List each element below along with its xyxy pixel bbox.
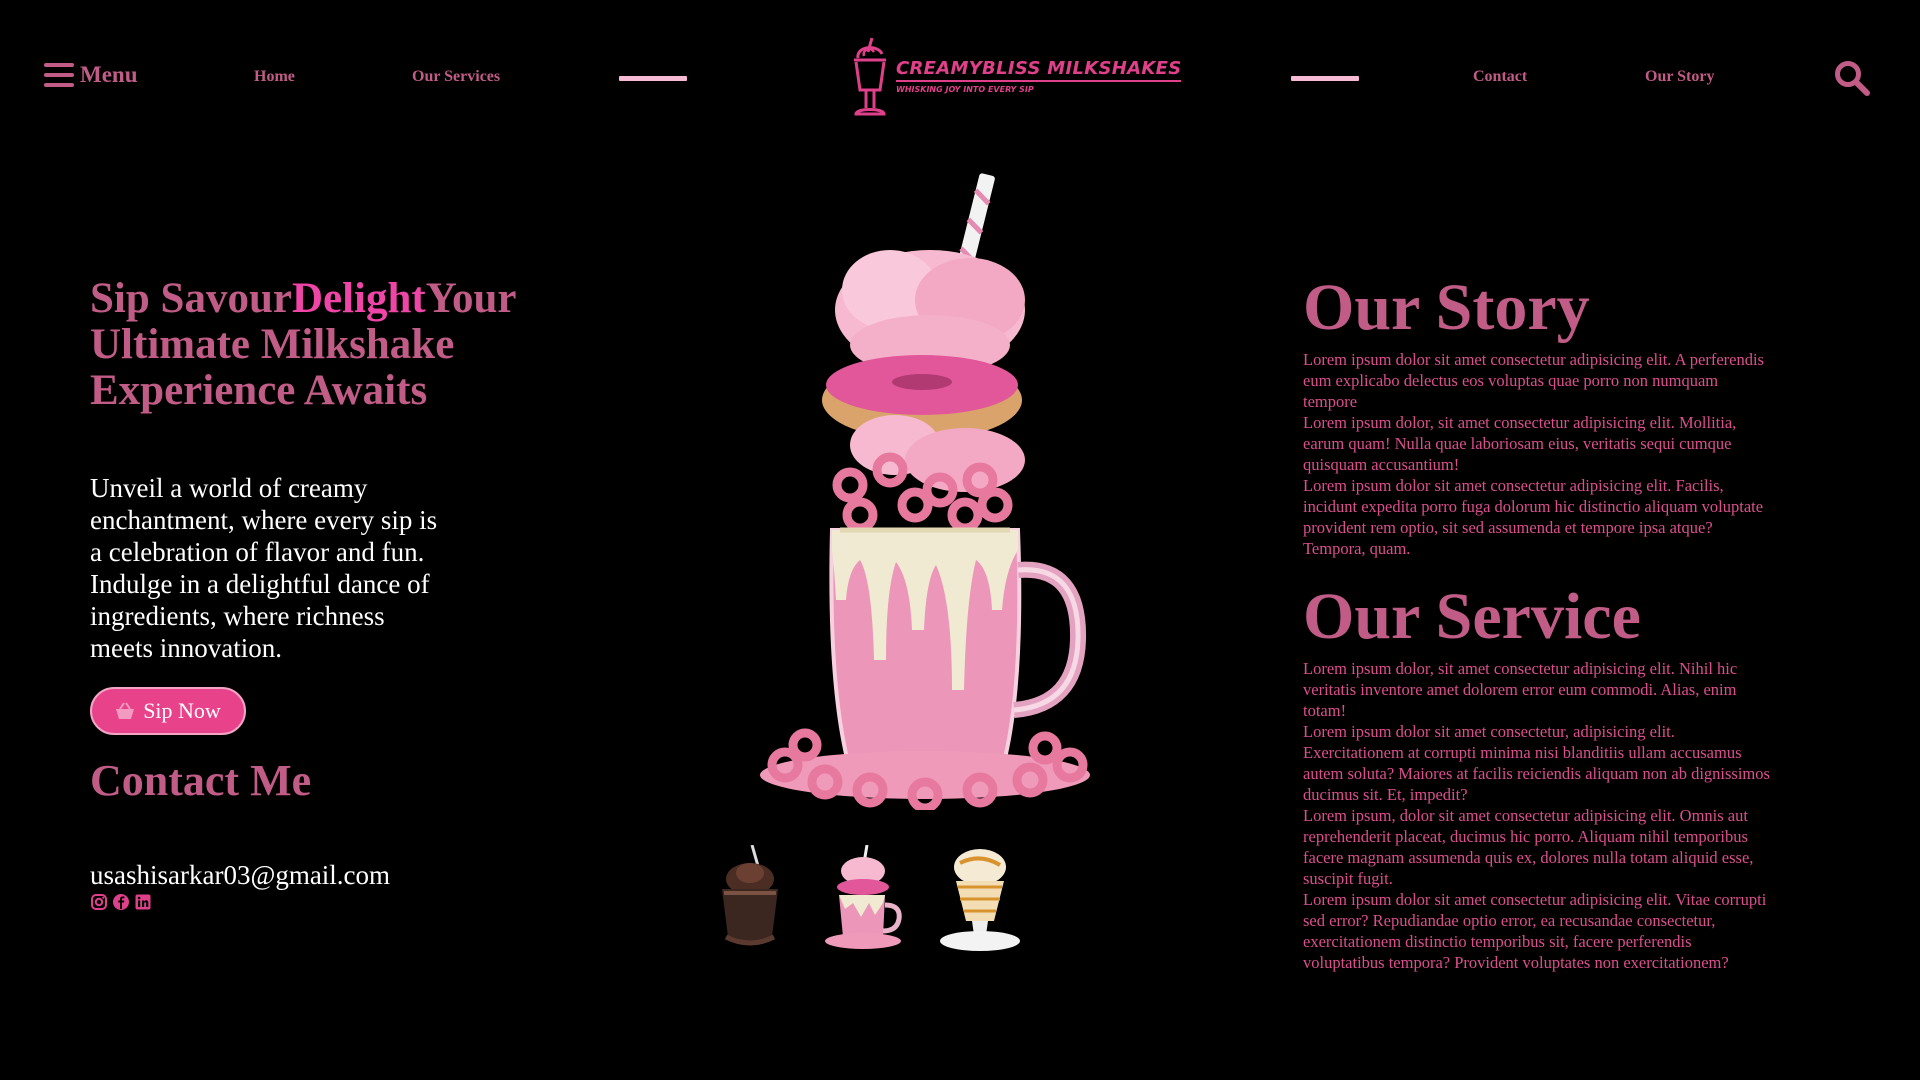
top-nav: Menu Home Our Services CREAMYBLISS MILKS… (0, 0, 1920, 160)
menu-button[interactable]: Menu (44, 62, 138, 88)
facebook-icon[interactable] (112, 893, 130, 916)
caramel-milkshake-thumbnail[interactable] (936, 845, 1024, 957)
nav-divider-right (1291, 76, 1359, 81)
story-paragraph: Lorem ipsum dolor sit amet consectetur a… (1303, 350, 1764, 411)
our-service-body: Lorem ipsum dolor, sit amet consectetur … (1303, 658, 1773, 973)
service-paragraph: Lorem ipsum, dolor sit amet consectetur … (1303, 806, 1754, 888)
contact-email[interactable]: usashisarkar03@gmail.com (90, 860, 390, 891)
search-icon[interactable] (1834, 60, 1870, 96)
contact-title: Contact Me (90, 756, 312, 805)
logo-tagline: WHISKING JOY INTO EVERY SIP (896, 85, 1034, 94)
nav-link-home[interactable]: Home (254, 68, 295, 86)
pink-freakshake-thumbnail[interactable] (823, 845, 909, 957)
social-links (90, 893, 152, 916)
our-story-body: Lorem ipsum dolor sit amet consectetur a… (1303, 349, 1773, 559)
nav-link-our-story[interactable]: Our Story (1645, 68, 1714, 86)
basket-icon (116, 702, 135, 719)
hamburger-icon (44, 62, 74, 88)
story-paragraph: Lorem ipsum dolor sit amet consectetur a… (1303, 476, 1764, 558)
featured-milkshake-image (760, 173, 1090, 810)
logo-title: CREAMYBLISS MILKSHAKES (896, 58, 1182, 82)
nav-link-contact[interactable]: Contact (1473, 68, 1527, 86)
menu-label: Menu (80, 62, 138, 87)
nav-divider-left (619, 76, 687, 81)
hero-description: Unveil a world of creamy enchantment, wh… (90, 473, 438, 663)
hero-title-highlight: Delight (291, 275, 426, 322)
service-paragraph: Lorem ipsum dolor sit amet consectetur, … (1303, 722, 1770, 804)
brand-logo[interactable]: CREAMYBLISS MILKSHAKES WHISKING JOY INTO… (848, 34, 1182, 122)
chocolate-milkshake-thumbnail[interactable] (712, 845, 788, 957)
instagram-icon[interactable] (90, 893, 108, 916)
hero-title: Sip SavourDelightYour Ultimate Milkshake… (90, 276, 610, 414)
our-story-title: Our Story (1303, 271, 1590, 344)
linkedin-icon[interactable] (134, 893, 152, 916)
story-paragraph: Lorem ipsum dolor, sit amet consectetur … (1303, 413, 1737, 474)
sip-now-label: Sip Now (143, 698, 221, 723)
service-paragraph: Lorem ipsum dolor, sit amet consectetur … (1303, 659, 1738, 720)
our-service-title: Our Service (1303, 580, 1641, 653)
sip-now-button[interactable]: Sip Now (90, 687, 246, 735)
nav-link-our-services[interactable]: Our Services (412, 68, 500, 86)
service-paragraph: Lorem ipsum dolor sit amet consectetur a… (1303, 890, 1767, 972)
milkshake-glass-icon (854, 37, 886, 116)
hero-title-part1: Sip Savour (90, 275, 292, 322)
